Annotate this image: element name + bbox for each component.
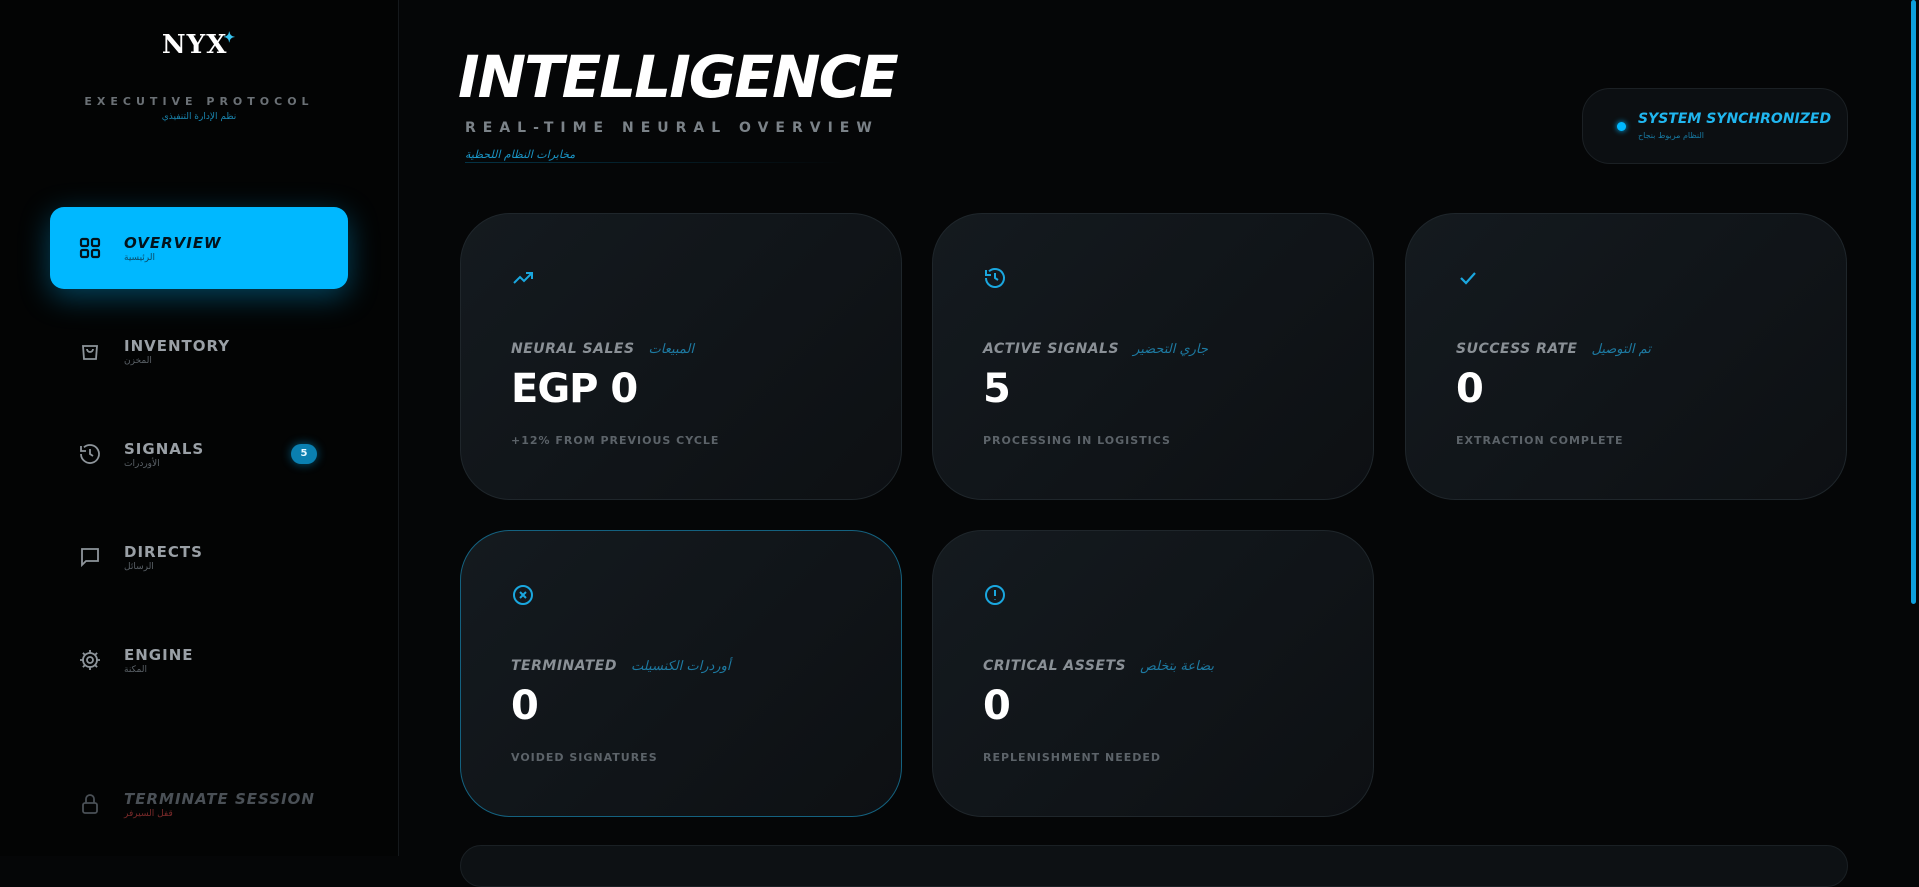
nav-item-engine[interactable]: ENGINE المكنة bbox=[50, 619, 348, 701]
nav-sub-label: الرئيسية bbox=[124, 253, 155, 263]
brand-subtitle: EXECUTIVE PROTOCOL bbox=[84, 95, 314, 108]
page-title: INTELLIGENCE bbox=[458, 43, 899, 111]
sidebar: NYX✦ EXECUTIVE PROTOCOL نظم الإدارة التن… bbox=[0, 0, 399, 856]
stat-card-terminated[interactable]: TERMINATED أوردرات الكنسيلت 0 VOIDED SIGN… bbox=[460, 530, 902, 817]
card-label-ar: بضاعة بتخلص bbox=[1140, 659, 1214, 674]
trending-up-icon bbox=[513, 272, 533, 284]
title-divider bbox=[465, 162, 845, 163]
stat-card-success-rate[interactable]: SUCCESS RATE تم التوصيل 0 EXTRACTION COMP… bbox=[1405, 213, 1847, 500]
card-label-ar: المبيعات bbox=[648, 342, 694, 357]
nav-item-signals[interactable]: SIGNALS الأوردرات 5 bbox=[50, 413, 348, 495]
logo-star-icon: ✦ bbox=[223, 30, 237, 46]
signals-count-badge: 5 bbox=[291, 444, 317, 464]
brand-subtitle-ar: نظم الإدارة التنفيذي bbox=[161, 112, 237, 122]
nav-sub-label: الرسائل bbox=[124, 562, 154, 572]
card-label-en: SUCCESS RATE bbox=[1456, 341, 1578, 357]
page-subtitle-ar: مخابرات النظام اللحظية bbox=[465, 148, 576, 161]
card-value: 5 bbox=[983, 366, 1011, 412]
nav-label: SIGNALS bbox=[124, 440, 205, 458]
nav-label: TERMINATE SESSION bbox=[124, 790, 315, 808]
card-note: VOIDED SIGNATURES bbox=[511, 751, 658, 764]
stat-card-active-signals[interactable]: ACTIVE SIGNALS جاري التحضير 5 PROCESSING … bbox=[932, 213, 1374, 500]
nav-item-inventory[interactable]: INVENTORY المخزن bbox=[50, 310, 348, 392]
nav-sub-label: المخزن bbox=[124, 356, 152, 366]
check-icon bbox=[1460, 272, 1476, 285]
card-value: EGP 0 bbox=[511, 366, 638, 412]
alert-circle-icon bbox=[985, 585, 1005, 605]
stat-card-neural-sales[interactable]: NEURAL SALES المبيعات EGP 0 +12% FROM PRE… bbox=[460, 213, 902, 500]
card-label-en: TERMINATED bbox=[511, 658, 617, 674]
card-value: 0 bbox=[511, 683, 539, 729]
bottom-panel bbox=[460, 845, 1848, 887]
card-label-en: CRITICAL ASSETS bbox=[983, 658, 1127, 674]
card-label-ar: جاري التحضير bbox=[1133, 342, 1208, 357]
card-value: 0 bbox=[983, 683, 1011, 729]
logo-text: NYX bbox=[161, 30, 228, 60]
nav-label: DIRECTS bbox=[124, 543, 203, 561]
scrollbar[interactable] bbox=[1911, 0, 1916, 604]
history-icon bbox=[80, 444, 100, 464]
card-value: 0 bbox=[1456, 366, 1484, 412]
logo[interactable]: NYX✦ bbox=[0, 30, 398, 60]
status-label: SYSTEM SYNCHRONIZED bbox=[1638, 111, 1832, 127]
status-sub-label: النظام مربوط بنجاح bbox=[1638, 131, 1704, 140]
dashboard-icon bbox=[79, 237, 101, 259]
card-label: SUCCESS RATE تم التوصيل bbox=[1456, 341, 1651, 357]
nav-sub-label: المكنة bbox=[124, 665, 147, 675]
nav-label: ENGINE bbox=[124, 646, 194, 664]
shopping-bag-icon bbox=[82, 345, 98, 360]
nav-sub-label: قفل السيرفر bbox=[124, 809, 173, 819]
card-note: EXTRACTION COMPLETE bbox=[1456, 434, 1624, 447]
lock-icon bbox=[82, 794, 98, 814]
history-icon bbox=[985, 268, 1005, 288]
nav-item-directs[interactable]: DIRECTS الرسائل bbox=[50, 516, 348, 598]
x-circle-icon bbox=[513, 585, 533, 605]
card-label: CRITICAL ASSETS بضاعة بتخلص bbox=[983, 658, 1214, 674]
card-label-en: ACTIVE SIGNALS bbox=[983, 341, 1120, 357]
message-icon bbox=[81, 548, 99, 568]
card-label: NEURAL SALES المبيعات bbox=[511, 341, 694, 357]
page-subtitle: REAL-TIME NEURAL OVERVIEW bbox=[465, 120, 879, 136]
nav-label: INVENTORY bbox=[124, 337, 231, 355]
stat-card-critical-assets[interactable]: CRITICAL ASSETS بضاعة بتخلص 0 REPLENISHME… bbox=[932, 530, 1374, 817]
card-label-en: NEURAL SALES bbox=[511, 341, 635, 357]
terminate-session-button[interactable]: TERMINATE SESSION قفل السيرفر bbox=[50, 763, 348, 845]
nav-sub-label: الأوردرات bbox=[124, 459, 160, 469]
status-dot-icon bbox=[1617, 122, 1626, 131]
nav-item-overview[interactable]: OVERVIEW الرئيسية bbox=[50, 207, 348, 289]
card-label-ar: تم التوصيل bbox=[1591, 342, 1651, 357]
card-label: ACTIVE SIGNALS جاري التحضير bbox=[983, 341, 1208, 357]
card-note: REPLENISHMENT NEEDED bbox=[983, 751, 1162, 764]
card-note: PROCESSING IN LOGISTICS bbox=[983, 434, 1171, 447]
card-label: TERMINATED أوردرات الكنسيلت bbox=[511, 658, 730, 674]
nav-label: OVERVIEW bbox=[124, 234, 222, 252]
card-label-ar: أوردرات الكنسيلت bbox=[630, 659, 731, 674]
gear-icon bbox=[80, 650, 100, 670]
card-note: +12% FROM PREVIOUS CYCLE bbox=[511, 434, 720, 447]
system-status-pill: SYSTEM SYNCHRONIZED النظام مربوط بنجاح bbox=[1582, 88, 1848, 164]
